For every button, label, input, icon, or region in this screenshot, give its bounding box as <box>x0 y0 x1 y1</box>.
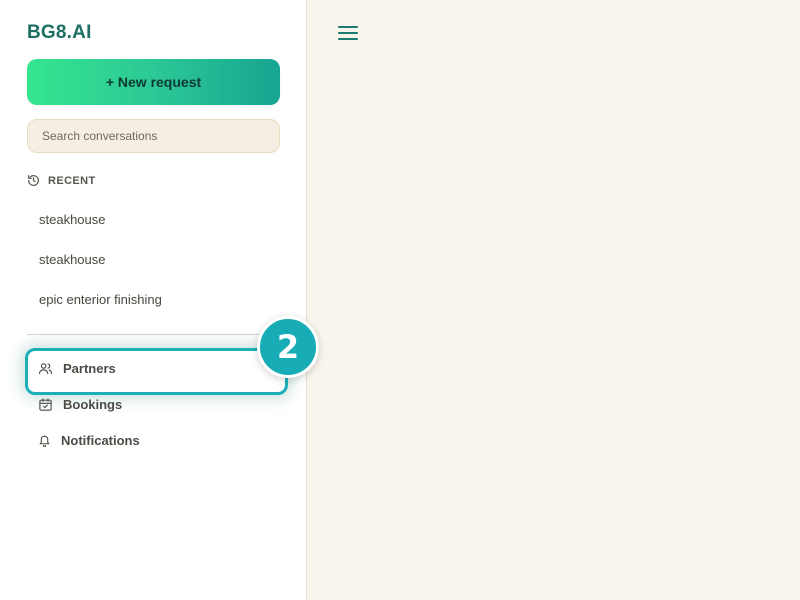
search-conversations-input[interactable] <box>27 119 280 153</box>
nav-item-label: Notifications <box>61 433 140 448</box>
conversation-item[interactable]: steakhouse <box>39 252 106 267</box>
brand-logo[interactable]: BG8.AI <box>27 22 92 44</box>
hamburger-menu-icon[interactable] <box>336 22 360 44</box>
conversation-item[interactable]: steakhouse <box>39 212 106 227</box>
nav-item-label: Bookings <box>63 397 123 412</box>
app-root: BG8.AI + New request RECENT steakhouse s… <box>0 0 800 600</box>
recent-section-header: RECENT <box>27 174 96 187</box>
nav-item-label: Partners <box>63 361 116 376</box>
main-content <box>308 0 800 600</box>
sidebar-divider <box>27 334 280 335</box>
bell-icon <box>38 433 51 448</box>
new-request-button[interactable]: + New request <box>27 59 280 105</box>
step-number-badge: 2 <box>257 316 319 378</box>
conversation-item[interactable]: epic enterior finishing <box>39 292 162 307</box>
users-icon <box>38 361 53 376</box>
history-icon <box>27 174 40 187</box>
recent-label: RECENT <box>48 174 96 187</box>
sidebar: BG8.AI + New request RECENT steakhouse s… <box>0 0 307 600</box>
nav-item-partners[interactable]: Partners <box>38 361 116 376</box>
calendar-check-icon <box>38 397 53 412</box>
nav-item-bookings[interactable]: Bookings <box>38 397 122 412</box>
nav-item-notifications[interactable]: Notifications <box>38 433 140 448</box>
